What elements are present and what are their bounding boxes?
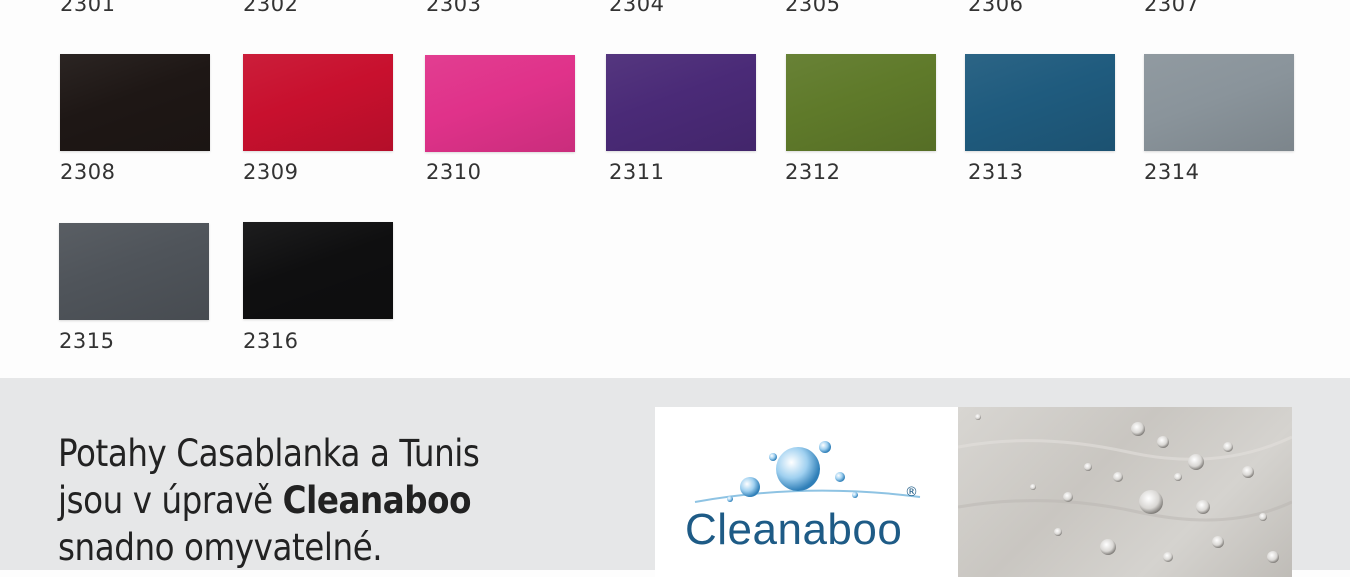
swatch-code: 2311	[609, 160, 665, 184]
swatch-code: 2315	[59, 329, 115, 353]
swatch-code: 2316	[243, 329, 299, 353]
water-droplets-fabric-image	[958, 407, 1292, 577]
color-swatch	[243, 54, 393, 151]
swatch-code: 2302	[243, 0, 299, 16]
promo-line-1: Potahy Casablanka a Tunis	[58, 432, 480, 475]
color-swatch	[425, 55, 575, 152]
registered-mark: ®	[905, 485, 918, 500]
logo-wordmark: Cleanaboo	[685, 505, 903, 554]
swatch-code: 2306	[968, 0, 1024, 16]
swatch-code: 2314	[1144, 160, 1200, 184]
swatch-code: 2313	[968, 160, 1024, 184]
color-swatch	[1144, 54, 1294, 151]
cleanaboo-promo-band: Potahy Casablanka a Tunis jsou v úpravě …	[0, 378, 1350, 577]
color-swatch	[60, 54, 210, 151]
swatch-code: 2304	[609, 0, 665, 16]
promo-brand: Cleanaboo	[282, 479, 472, 522]
swatch-code: 2305	[785, 0, 841, 16]
color-swatch	[606, 54, 756, 151]
cleanaboo-logo: ® Cleanaboo	[655, 407, 958, 577]
color-swatch	[243, 222, 393, 319]
swatch-code: 2309	[243, 160, 299, 184]
color-swatch	[786, 54, 936, 151]
swatch-code: 2312	[785, 160, 841, 184]
swatch-code: 2303	[426, 0, 482, 16]
promo-line-3: snadno omyvatelné.	[58, 526, 383, 569]
swatch-code: 2301	[60, 0, 116, 16]
color-swatch	[59, 223, 209, 320]
color-swatch-catalog: 2301 2302 2303 2304 2305 2306 2307 2308 …	[0, 0, 1350, 378]
promo-line-2: jsou v úpravě Cleanaboo	[58, 479, 472, 522]
color-swatch	[965, 54, 1115, 151]
swatch-code: 2308	[60, 160, 116, 184]
promo-text: Potahy Casablanka a Tunis jsou v úpravě …	[58, 430, 480, 571]
droplets-illustration	[958, 414, 1292, 563]
swatch-code: 2310	[426, 160, 482, 184]
swatch-code: 2307	[1144, 0, 1200, 16]
